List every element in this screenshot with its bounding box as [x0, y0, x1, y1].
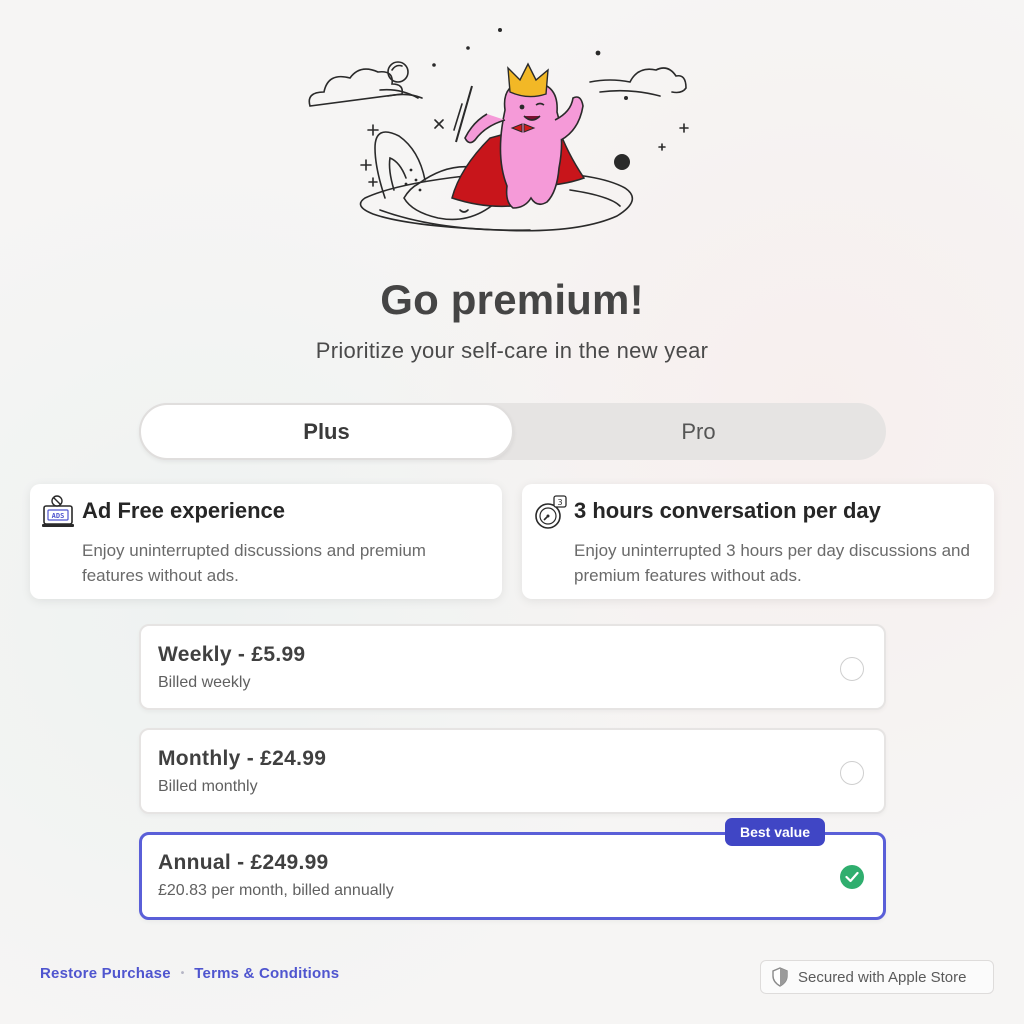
plan-radio[interactable] — [840, 657, 864, 681]
svg-text:3: 3 — [557, 498, 562, 507]
feature-card-ad-free: ADS Ad Free experience Enjoy uninterrupt… — [30, 484, 502, 599]
feature-title: 3 hours conversation per day — [574, 498, 881, 523]
checkmark-icon — [845, 871, 859, 883]
plan-billing: Billed monthly — [158, 778, 258, 795]
feature-description: Enjoy uninterrupted discussions and prem… — [82, 541, 426, 585]
plan-name: Weekly - £5.99 — [158, 643, 306, 666]
best-value-badge: Best value — [725, 818, 825, 846]
secured-label: Secured with Apple Store — [798, 968, 967, 986]
plan-option-monthly[interactable]: Monthly - £24.99 Billed monthly — [139, 728, 886, 814]
secured-badge: Secured with Apple Store — [760, 960, 994, 994]
feature-description: Enjoy uninterrupted 3 hours per day disc… — [574, 541, 970, 585]
footer-links: Restore Purchase • Terms & Conditions — [40, 965, 339, 982]
plan-option-weekly[interactable]: Weekly - £5.99 Billed weekly — [139, 624, 886, 710]
plan-billing: £20.83 per month, billed annually — [158, 882, 394, 899]
page-title: Go premium! — [380, 276, 644, 323]
plan-name: Monthly - £24.99 — [158, 747, 327, 770]
page-subtitle: Prioritize your self-care in the new yea… — [315, 338, 709, 363]
plan-name: Annual - £249.99 — [158, 851, 329, 874]
mascot-illustration — [308, 28, 689, 232]
feature-title: Ad Free experience — [82, 498, 285, 523]
tab-pro[interactable]: Pro — [511, 403, 886, 460]
plan-tier-switch: Pro Plus — [139, 403, 886, 460]
plan-radio-checked[interactable] — [840, 865, 864, 889]
svg-text:ADS: ADS — [52, 512, 65, 520]
shield-icon — [772, 967, 788, 987]
terms-link[interactable]: Terms & Conditions — [194, 965, 339, 982]
timer-3-hours-icon: 3 — [535, 495, 567, 529]
no-ads-icon: ADS — [42, 495, 74, 527]
plan-billing: Billed weekly — [158, 674, 251, 691]
feature-card-conversation: 3 3 hours conversation per day Enjoy uni… — [522, 484, 994, 599]
plan-radio[interactable] — [840, 761, 864, 785]
footer-separator: • — [180, 968, 185, 979]
restore-purchase-link[interactable]: Restore Purchase — [40, 965, 171, 982]
tab-plus[interactable]: Plus — [139, 403, 514, 460]
